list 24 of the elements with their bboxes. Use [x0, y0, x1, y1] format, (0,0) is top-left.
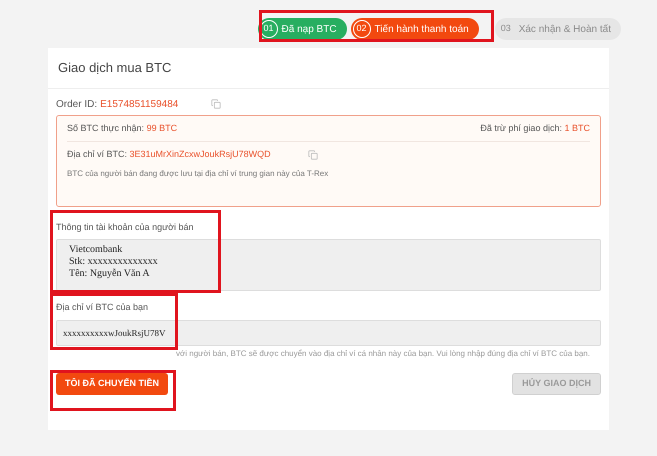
- received-amount: Số BTC thực nhận: 99 BTC: [67, 122, 178, 134]
- step-label: Tiến hành thanh toán: [374, 22, 469, 36]
- step-label: Đã nạp BTC: [282, 22, 337, 36]
- seller-account-textarea[interactable]: Vietcombank Stk: xxxxxxxxxxxxxx Tên: Nguyễn Văn A: [56, 239, 601, 291]
- account-line: Tên: Nguyễn Văn A: [69, 268, 151, 280]
- step-number: 02: [352, 20, 371, 38]
- wallet-hint: với người bán, BTC sẽ được chuyển vào địa chỉ ví cá nhân này của bạn. Vui lòng nhập đúng địa chỉ ví BTC của bạn.: [175, 348, 591, 358]
- step-number: 03: [500, 22, 512, 36]
- copy-icon[interactable]: [308, 150, 318, 160]
- step-number: 01: [260, 20, 278, 38]
- order-id-value: E1574851159484: [100, 98, 178, 112]
- step-label: Xác nhận & Hoàn tất: [518, 22, 611, 36]
- card-title: Giao dịch mua BTC: [48, 48, 609, 88]
- copy-icon[interactable]: [211, 99, 222, 109]
- seller-account-label: Thông tin tài khoản của người bán: [56, 220, 195, 234]
- fee-amount: Đã trừ phí giao dịch: 1 BTC: [480, 122, 590, 135]
- escrow-note: BTC của người bán đang được lưu tại địa chỉ ví trung gian này của T-Rex: [67, 168, 330, 180]
- wallet-address-label: Địa chỉ ví BTC của bạn: [56, 301, 150, 314]
- account-line: Vietcombank: [69, 244, 124, 256]
- escrow-address: Địa chỉ ví BTC: 3E31uMrXinZcxwJoukRsjU78WQD: [67, 148, 271, 161]
- order-id-label: Order ID:: [56, 98, 98, 112]
- confirm-transfer-button[interactable]: TÔI ĐÃ CHUYỂN TIỀN: [56, 372, 168, 394]
- wallet-address-input[interactable]: xxxxxxxxxxwJoukRsjU78V: [56, 320, 601, 346]
- account-line: Stk: xxxxxxxxxxxxxx: [69, 256, 159, 268]
